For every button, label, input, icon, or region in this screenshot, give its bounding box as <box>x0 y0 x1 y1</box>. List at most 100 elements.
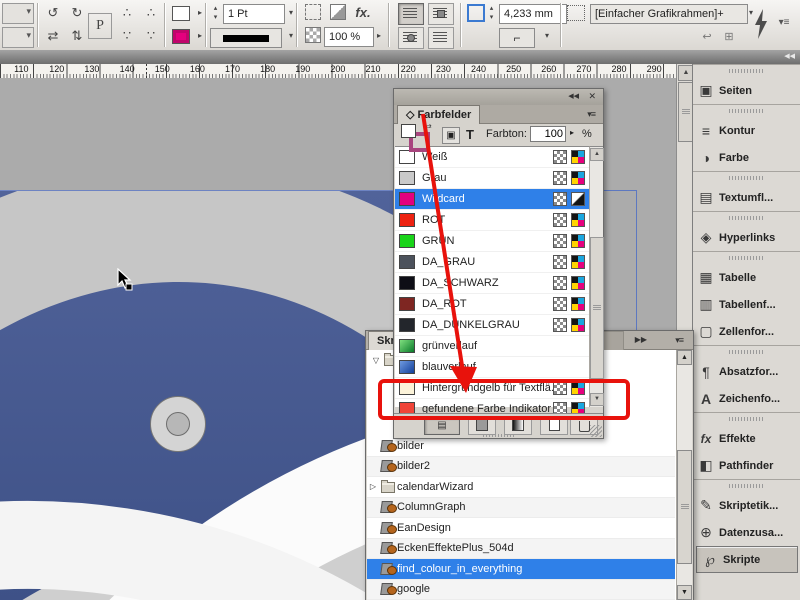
wrap-object-shape-button[interactable] <box>398 27 424 49</box>
swatches-panel-menu-icon[interactable]: ▾≡ <box>587 109 596 120</box>
stroke-weight-stepper[interactable]: ▴ ▾ <box>210 4 221 22</box>
swatch-row[interactable]: DA_DUNKELGRAU <box>395 315 589 336</box>
stroke-color-swatch[interactable] <box>172 29 190 44</box>
swatch-row[interactable]: DA_GRAU <box>395 252 589 273</box>
stroke-weight-drop-icon[interactable]: ▾ <box>282 4 300 22</box>
wrap-jump-button[interactable] <box>428 27 454 49</box>
structure-up-icon[interactable]: ∴ <box>118 4 136 22</box>
swatch-row[interactable]: grünverlauf <box>395 336 589 357</box>
stroke-type-drop-icon[interactable]: ▾ <box>282 27 300 45</box>
swatch-row[interactable]: DA_SCHWARZ <box>395 273 589 294</box>
opacity-drop-icon[interactable]: ▸ <box>370 27 388 45</box>
show-swatch-kinds-button[interactable]: ▤ <box>424 417 460 435</box>
swap-fill-stroke-icon[interactable]: ⇄ <box>425 122 432 131</box>
dock-item[interactable]: ▤ Textumfl... <box>693 184 800 211</box>
corner-options-icon[interactable] <box>467 4 485 22</box>
script-row[interactable]: calendarWizard <box>367 477 675 498</box>
swatches-scroll-up-icon[interactable]: ▲ <box>590 148 604 161</box>
tab-farbfelder[interactable]: ◇ Farbfelder <box>397 105 481 124</box>
opacity-field[interactable]: 100 % <box>324 27 374 47</box>
dock-item[interactable]: ▦ Tabelle <box>693 264 800 291</box>
corner-shape-dropdown[interactable]: ⌐ <box>499 28 535 48</box>
structure-right-icon[interactable]: ∵ <box>142 27 160 45</box>
scripts-scroll-thumb[interactable] <box>677 450 692 564</box>
corner-radius-stepper[interactable]: ▴ ▾ <box>486 4 497 22</box>
structure-left-icon[interactable]: ∴ <box>142 4 160 22</box>
show-color-swatches-button[interactable] <box>468 417 496 435</box>
new-style-icon[interactable]: ⊞ <box>720 28 738 46</box>
stroke-type-dropdown[interactable] <box>210 28 282 48</box>
selection-effects-icon[interactable] <box>305 4 321 20</box>
expander-open-icon[interactable] <box>370 356 382 365</box>
structure-down-icon[interactable]: ∵ <box>118 27 136 45</box>
panel-expand-icon[interactable]: ▶▶ <box>635 335 647 344</box>
swatches-scroll-down-icon[interactable]: ▼ <box>590 393 604 406</box>
clear-overrides-icon[interactable]: ↩ <box>698 28 716 46</box>
script-row[interactable]: google <box>367 579 675 600</box>
drop-shadow-icon[interactable] <box>330 4 346 20</box>
panel-menu-icon[interactable]: ▾≡ <box>774 14 794 32</box>
scripts-scrollbar[interactable]: ▲ ▼ <box>676 350 692 600</box>
new-swatch-button[interactable] <box>540 417 568 435</box>
dock-item[interactable]: ¶ Absatzfor... <box>693 358 800 385</box>
opacity-icon[interactable] <box>305 27 321 43</box>
fill-color-swatch[interactable] <box>172 6 190 21</box>
dock-item[interactable]: ▣ Seiten <box>693 77 800 104</box>
reference-dropdown-1[interactable] <box>2 3 34 24</box>
dock-item[interactable]: fx Effekte <box>693 425 800 452</box>
swatch-row[interactable]: Hintergrundgelb für Textflä... <box>395 378 589 399</box>
flip-vertical-icon[interactable]: ⇅ <box>68 27 86 45</box>
swatch-row[interactable]: Grau <box>395 168 589 189</box>
show-gradient-swatches-button[interactable] <box>504 417 532 435</box>
dock-item[interactable]: ◈ Hyperlinks <box>693 224 800 251</box>
flip-horizontal-icon[interactable]: ⇄ <box>44 27 62 45</box>
fx-menu-icon[interactable]: fx. <box>352 4 374 22</box>
swatches-close-icon[interactable]: ✕ <box>588 91 596 102</box>
reference-dropdown-2[interactable] <box>2 27 34 48</box>
dock-item[interactable] <box>693 412 800 425</box>
swatch-row[interactable]: Wildcard <box>395 189 589 210</box>
swatches-collapse-icon[interactable]: ◀◀ <box>568 92 579 100</box>
panel-fill-swatch[interactable] <box>401 124 416 138</box>
quick-apply-lightning-icon[interactable] <box>753 9 769 39</box>
swatches-scroll-thumb[interactable] <box>590 237 604 379</box>
dock-item[interactable]: ◑ Farbe <box>693 144 800 171</box>
panel-drag-grip[interactable] <box>482 434 515 437</box>
dock-item[interactable]: ⊕ Datenzusa... <box>693 519 800 546</box>
dock-item[interactable]: ✎ Skriptetik... <box>693 492 800 519</box>
stroke-flyout-arrow-icon[interactable]: ▸ <box>191 27 209 45</box>
scripts-panel-menu-icon[interactable]: ▾≡ <box>675 335 684 346</box>
expander-icon[interactable] <box>367 482 379 491</box>
script-row[interactable]: EanDesign <box>367 518 675 539</box>
tint-input[interactable] <box>530 126 566 142</box>
dock-item[interactable] <box>693 345 800 358</box>
formatting-container-icon[interactable]: ▣ <box>442 127 460 144</box>
fill-flyout-arrow-icon[interactable]: ▸ <box>191 4 209 22</box>
script-row[interactable]: bilder2 <box>367 456 675 477</box>
formatting-text-icon[interactable]: T <box>462 127 478 142</box>
dock-item[interactable]: ▥ Tabellenf... <box>693 291 800 318</box>
script-row[interactable]: find_colour_in_everything <box>367 559 675 580</box>
swatch-row[interactable]: GRÜN <box>395 231 589 252</box>
stroke-weight-field[interactable]: 1 Pt <box>223 4 285 24</box>
swatches-scrollbar[interactable]: ▲ ▼ <box>589 146 604 407</box>
tint-flyout-icon[interactable]: ▸ <box>570 128 574 137</box>
object-style-dropdown[interactable]: [Einfacher Grafikrahmen]+ <box>590 4 748 24</box>
dock-item[interactable]: ≡ Kontur <box>693 117 800 144</box>
dock-item[interactable] <box>693 251 800 264</box>
dock-item[interactable]: ▢ Zellenfor... <box>693 318 800 345</box>
script-row[interactable]: ColumnGraph <box>367 497 675 518</box>
dock-item[interactable] <box>693 211 800 224</box>
dock-collapse-icon[interactable]: ◀◀ <box>784 52 795 60</box>
corner-radius-field[interactable]: 4,233 mm <box>499 4 567 24</box>
wrap-bounding-box-button[interactable] <box>428 3 454 25</box>
circle-graphic[interactable] <box>150 396 206 452</box>
dock-item[interactable]: ℘ Skripte <box>696 546 798 573</box>
scripts-scroll-up-icon[interactable]: ▲ <box>677 350 692 365</box>
dock-item[interactable] <box>693 64 800 77</box>
dock-item[interactable]: A Zeichenfo... <box>693 385 800 412</box>
scripts-scroll-down-icon[interactable]: ▼ <box>677 585 692 600</box>
wrap-none-button[interactable] <box>398 3 424 25</box>
swatch-row[interactable]: DA_ROT <box>395 294 589 315</box>
rotate-ccw-icon[interactable]: ↺ <box>44 4 62 22</box>
